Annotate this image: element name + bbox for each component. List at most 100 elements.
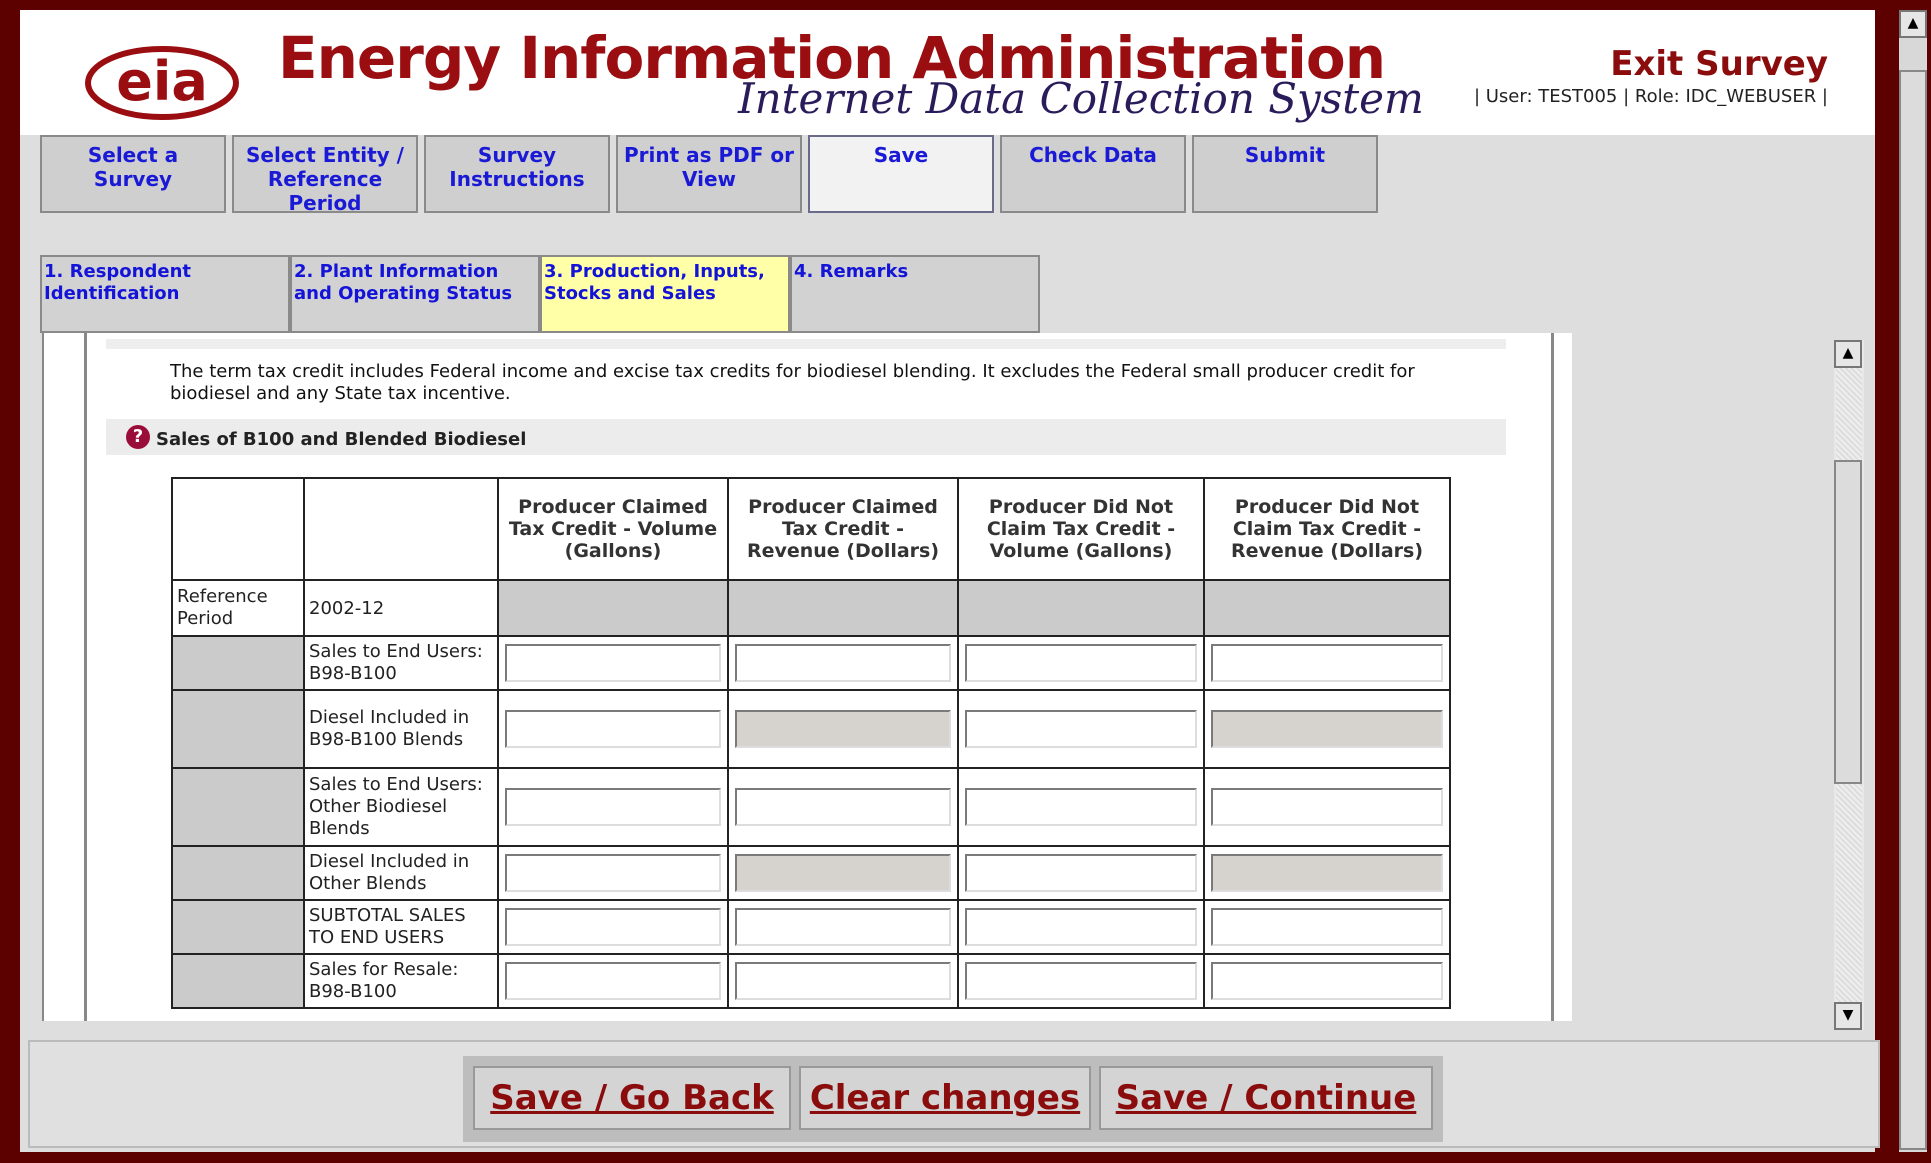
unclaimed-volume-input[interactable]	[965, 854, 1197, 892]
exit-survey-link[interactable]: Exit Survey	[1610, 44, 1828, 84]
tab-label: 2. Plant Information and Operating Statu…	[294, 261, 513, 304]
cell	[1205, 691, 1449, 767]
eia-logo: eia	[85, 46, 239, 120]
cell	[729, 691, 957, 767]
row-label: Diesel Included in B98-B100 Blends	[305, 691, 497, 767]
scroll-up-arrow-icon[interactable]: ▲	[1834, 340, 1862, 368]
claimed-volume-input[interactable]	[505, 788, 721, 826]
cell	[499, 769, 727, 845]
ref-period-value: 2002-12	[305, 581, 497, 635]
claimed-revenue-input[interactable]	[735, 788, 951, 826]
scroll-thumb[interactable]	[1834, 460, 1862, 784]
cell	[1205, 637, 1449, 689]
tab-plant-information[interactable]: 2. Plant Information and Operating Statu…	[290, 255, 540, 333]
tab-remarks[interactable]: 4. Remarks	[790, 255, 1040, 333]
claimed-revenue-input[interactable]	[735, 962, 951, 1000]
tab-label: 1. Respondent Identification	[44, 261, 191, 304]
cell	[1205, 769, 1449, 845]
table-row: Diesel Included in B98-B100 Blends	[173, 691, 1449, 767]
claimed-revenue-input-disabled	[735, 854, 951, 892]
cell	[1205, 955, 1449, 1007]
nav-print-pdf[interactable]: Print as PDF or View	[616, 135, 802, 213]
unclaimed-revenue-input-disabled	[1211, 710, 1443, 748]
scroll-up-arrow-icon[interactable]: ▲	[1899, 10, 1927, 38]
cell	[959, 955, 1203, 1007]
claimed-volume-input[interactable]	[505, 644, 721, 682]
cell	[959, 901, 1203, 953]
save-go-back-button[interactable]: Save / Go Back	[473, 1066, 791, 1130]
table-header-row: Producer Claimed Tax Credit - Volume (Ga…	[173, 479, 1449, 579]
gray-cell	[959, 581, 1203, 635]
divider	[1551, 333, 1554, 1021]
claimed-revenue-input[interactable]	[735, 644, 951, 682]
cell	[729, 637, 957, 689]
cell	[1205, 847, 1449, 899]
window-scrollbar[interactable]: ▲	[1899, 10, 1927, 1152]
column-header: Producer Claimed Tax Credit - Volume (Ga…	[499, 479, 727, 579]
cell	[499, 901, 727, 953]
question-icon[interactable]: ?	[126, 425, 150, 449]
gray-cell	[1205, 581, 1449, 635]
scroll-thumb[interactable]	[1899, 70, 1927, 1150]
unclaimed-revenue-input[interactable]	[1211, 644, 1443, 682]
row-label: SUBTOTAL SALES TO END USERS	[305, 901, 497, 953]
column-header: Producer Did Not Claim Tax Credit - Volu…	[959, 479, 1203, 579]
tax-credit-note: The term tax credit includes Federal inc…	[170, 361, 1415, 404]
nav-check-data[interactable]: Check Data	[1000, 135, 1186, 213]
unclaimed-volume-input[interactable]	[965, 788, 1197, 826]
gray-cell	[173, 901, 303, 953]
claimed-volume-input[interactable]	[505, 962, 721, 1000]
svg-text:eia: eia	[116, 50, 208, 113]
table-row: Sales to End Users: B98-B100	[173, 637, 1449, 689]
clear-changes-button[interactable]: Clear changes	[799, 1066, 1091, 1130]
tab-label: 3. Production, Inputs, Stocks and Sales	[544, 261, 765, 304]
row-label: Sales to End Users: Other Biodiesel Blen…	[305, 769, 497, 845]
unclaimed-volume-input[interactable]	[965, 908, 1197, 946]
gray-cell	[173, 769, 303, 845]
content-scrollbar[interactable]: ▲ ▼	[1834, 340, 1864, 1030]
sales-table: Producer Claimed Tax Credit - Volume (Ga…	[171, 477, 1451, 1009]
cell	[729, 955, 957, 1007]
table-row: Sales to End Users: Other Biodiesel Blen…	[173, 769, 1449, 845]
unclaimed-volume-input[interactable]	[965, 710, 1197, 748]
nav-label: Survey Instructions	[449, 143, 585, 191]
nav-label: Select a Survey	[87, 143, 179, 191]
nav-survey-instructions[interactable]: Survey Instructions	[424, 135, 610, 213]
nav-select-entity[interactable]: Select Entity / Reference Period	[232, 135, 418, 215]
nav-submit[interactable]: Submit	[1192, 135, 1378, 213]
cell	[959, 769, 1203, 845]
cell	[499, 637, 727, 689]
unclaimed-revenue-input[interactable]	[1211, 788, 1443, 826]
claimed-volume-input[interactable]	[505, 710, 721, 748]
nav-select-survey[interactable]: Select a Survey	[40, 135, 226, 213]
save-continue-button[interactable]: Save / Continue	[1099, 1066, 1433, 1130]
unclaimed-revenue-input[interactable]	[1211, 908, 1443, 946]
scroll-down-arrow-icon[interactable]: ▼	[1834, 1002, 1862, 1030]
ref-period-label: Reference Period	[173, 581, 303, 635]
cell	[729, 847, 957, 899]
row-label: Diesel Included in Other Blends	[305, 847, 497, 899]
claimed-revenue-input-disabled	[735, 710, 951, 748]
gray-cell	[729, 581, 957, 635]
unclaimed-revenue-input-disabled	[1211, 854, 1443, 892]
tab-respondent-identification[interactable]: 1. Respondent Identification	[40, 255, 290, 333]
column-header: Producer Did Not Claim Tax Credit - Reve…	[1205, 479, 1449, 579]
app-window: eia Energy Information Administration In…	[20, 10, 1880, 1152]
table-row: SUBTOTAL SALES TO END USERS	[173, 901, 1449, 953]
unclaimed-revenue-input[interactable]	[1211, 962, 1443, 1000]
nav-save[interactable]: Save	[808, 135, 994, 213]
row-label: Sales to End Users: B98-B100	[305, 637, 497, 689]
unclaimed-volume-input[interactable]	[965, 962, 1197, 1000]
cell	[499, 955, 727, 1007]
unclaimed-volume-input[interactable]	[965, 644, 1197, 682]
claimed-revenue-input[interactable]	[735, 908, 951, 946]
claimed-volume-input[interactable]	[505, 854, 721, 892]
tab-production-inputs[interactable]: 3. Production, Inputs, Stocks and Sales	[540, 255, 790, 333]
user-info: | User: TEST005 | Role: IDC_WEBUSER |	[1473, 86, 1828, 107]
form-content: The term tax credit includes Federal inc…	[42, 333, 1572, 1021]
nav-label: Save	[873, 143, 929, 167]
claimed-volume-input[interactable]	[505, 908, 721, 946]
cell	[499, 847, 727, 899]
nav-label: Select Entity / Reference Period	[246, 143, 404, 215]
cell	[959, 637, 1203, 689]
